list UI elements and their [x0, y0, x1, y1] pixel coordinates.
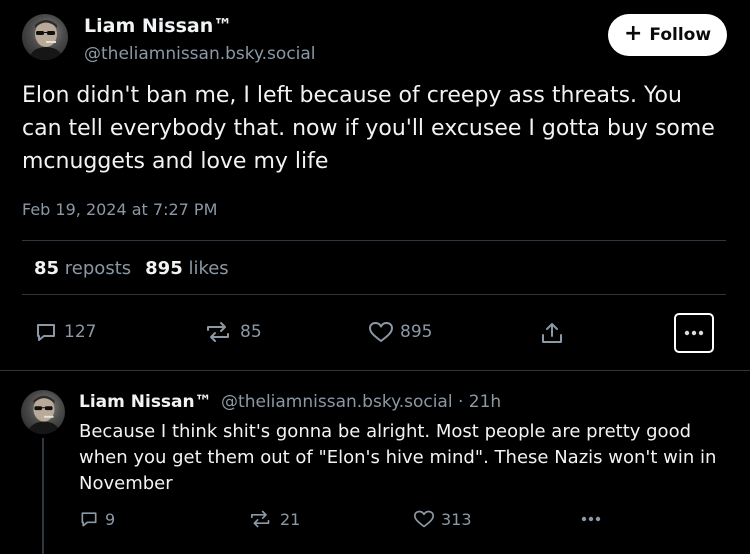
more-options-button[interactable] [674, 313, 714, 353]
repost-count: 85 [240, 322, 262, 342]
like-icon [369, 322, 393, 342]
reply-reply-button[interactable]: 9 [79, 509, 115, 529]
avatar-image [26, 395, 62, 434]
author-handle[interactable]: @theliamnissan.bsky.social [84, 44, 316, 64]
reply-text-line: when you get them out of "Elon's hive mi… [79, 447, 717, 468]
reply-age[interactable]: 21h [469, 392, 501, 412]
divider [0, 370, 750, 371]
reply-repost-count: 21 [280, 509, 301, 529]
reply-like-count: 313 [441, 509, 472, 529]
post-text-line: can tell everybody that. now if you'll e… [22, 116, 715, 141]
reply-text-line: November [79, 473, 173, 494]
divider [22, 240, 726, 241]
post-timestamp[interactable]: Feb 19, 2024 at 7:27 PM [22, 200, 217, 219]
reply-header: Liam Nissan™ @theliamnissan.bsky.social … [79, 392, 501, 412]
like-icon [414, 510, 434, 528]
author-avatar[interactable] [22, 14, 68, 60]
thread-line [42, 438, 44, 554]
like-button[interactable]: 895 [368, 320, 432, 344]
likes-count: 895 [145, 258, 183, 279]
reply-text: Because I think shit's gonna be alright.… [79, 419, 739, 497]
likes-stat[interactable]: 895 likes [145, 258, 229, 279]
reposts-label: reposts [64, 258, 132, 279]
post-text: Elon didn't ban me, I left because of cr… [22, 79, 732, 178]
reply-button[interactable]: 127 [34, 320, 96, 344]
post-text-line: mcnuggets and love my life [22, 149, 329, 174]
reply-like-button[interactable]: 313 [413, 509, 472, 529]
reply-author-handle[interactable]: @theliamnissan.bsky.social [221, 392, 453, 412]
reply-author-name[interactable]: Liam Nissan™ [79, 392, 212, 412]
author-name[interactable]: Liam Nissan™ [84, 15, 232, 37]
reply-more-options-button[interactable] [580, 516, 602, 522]
plus-icon: + [623, 21, 643, 46]
reply-count: 127 [64, 322, 97, 342]
repost-button[interactable]: 85 [204, 320, 262, 344]
reply-repost-button[interactable]: 21 [248, 509, 300, 529]
reply-icon [81, 512, 97, 527]
share-button[interactable] [539, 320, 565, 346]
like-count: 895 [400, 322, 433, 342]
more-icon [581, 516, 601, 522]
reposts-count: 85 [34, 258, 60, 279]
repost-icon [207, 322, 229, 342]
reply-separator: · [457, 392, 464, 412]
post-text-line: Elon didn't ban me, I left because of cr… [22, 83, 682, 108]
post-stats: 85 reposts 895 likes [34, 258, 229, 279]
reply-text-line: Because I think shit's gonna be alright.… [79, 421, 692, 442]
repost-icon [251, 510, 270, 528]
reposts-stat[interactable]: 85 reposts [34, 258, 131, 279]
follow-button[interactable]: + Follow [608, 14, 727, 56]
more-icon [684, 330, 704, 336]
likes-label: likes [188, 258, 229, 279]
reply-reply-count: 9 [105, 509, 116, 529]
share-icon [542, 323, 562, 343]
reply-author-avatar[interactable] [21, 390, 65, 434]
avatar-image [28, 20, 64, 60]
reply-icon [37, 324, 55, 341]
follow-label: Follow [649, 25, 712, 45]
divider [22, 294, 726, 295]
